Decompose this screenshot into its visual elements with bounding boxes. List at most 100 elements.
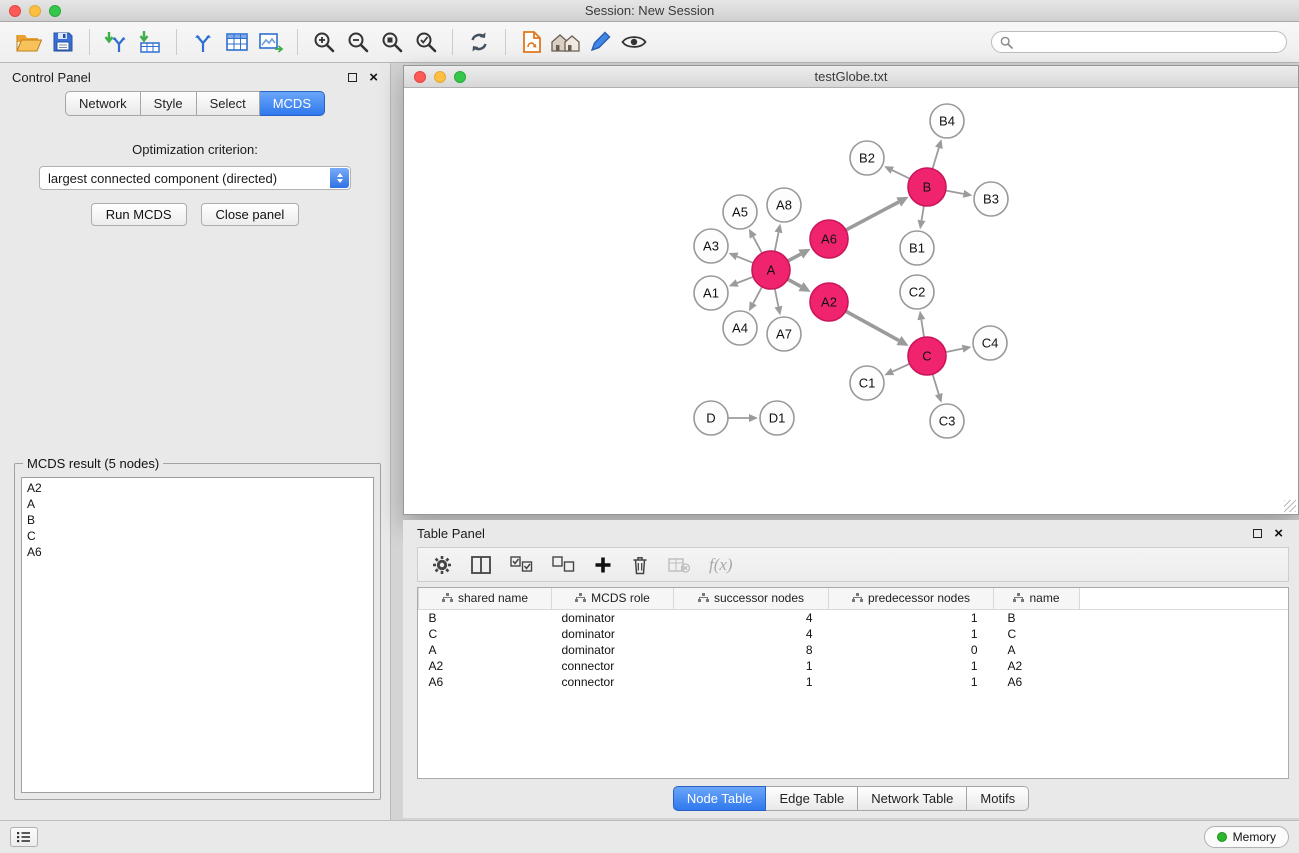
table-cell[interactable]: C — [994, 626, 1080, 642]
column-header-name[interactable]: name — [994, 588, 1080, 609]
zoom-fit-button[interactable] — [375, 26, 409, 58]
network-node-A6[interactable]: A6 — [810, 220, 848, 258]
table-cell[interactable]: A2 — [419, 658, 552, 674]
network-close-button[interactable] — [414, 71, 426, 83]
column-header-shared-name[interactable]: shared name — [419, 588, 552, 609]
network-node-B1[interactable]: B1 — [900, 231, 934, 265]
network-node-C4[interactable]: C4 — [973, 326, 1007, 360]
tab-edge-table[interactable]: Edge Table — [766, 786, 858, 811]
new-network-button[interactable] — [186, 26, 220, 58]
table-cell[interactable]: 1 — [829, 674, 994, 690]
zoom-out-button[interactable] — [341, 26, 375, 58]
select-all-columns-button[interactable] — [510, 556, 533, 573]
table-cell[interactable]: dominator — [552, 626, 674, 642]
table-cell[interactable]: B — [419, 609, 552, 626]
mcds-result-item[interactable]: C — [27, 528, 368, 544]
table-cell[interactable]: 4 — [674, 609, 829, 626]
table-cell[interactable]: connector — [552, 674, 674, 690]
resize-grip[interactable] — [1284, 500, 1296, 512]
network-node-A5[interactable]: A5 — [723, 195, 757, 229]
float-panel-icon[interactable] — [348, 73, 357, 82]
task-history-button[interactable] — [10, 827, 38, 847]
network-node-B4[interactable]: B4 — [930, 104, 964, 138]
open-session-button[interactable] — [12, 26, 46, 58]
network-node-A7[interactable]: A7 — [767, 317, 801, 351]
table-cell[interactable]: 1 — [674, 674, 829, 690]
tab-mcds[interactable]: MCDS — [260, 91, 325, 116]
deselect-all-columns-button[interactable] — [552, 556, 575, 573]
network-canvas[interactable]: B4B2BB3A5A8A6B1A3AC2A1A2A4A7C4CC1C3DD1 — [404, 88, 1298, 514]
table-cell[interactable]: 8 — [674, 642, 829, 658]
network-node-C3[interactable]: C3 — [930, 404, 964, 438]
search-field[interactable] — [991, 31, 1287, 53]
tab-node-table[interactable]: Node Table — [673, 786, 767, 811]
table-cell[interactable]: A2 — [994, 658, 1080, 674]
network-node-A8[interactable]: A8 — [767, 188, 801, 222]
table-cell[interactable]: B — [994, 609, 1080, 626]
import-network-button[interactable] — [99, 26, 133, 58]
table-cell[interactable]: A6 — [419, 674, 552, 690]
style-editor-button[interactable] — [583, 26, 617, 58]
table-cell[interactable]: connector — [552, 658, 674, 674]
dropdown-stepper-icon[interactable] — [330, 168, 349, 188]
network-node-B2[interactable]: B2 — [850, 141, 884, 175]
table-row[interactable]: Bdominator41B — [419, 609, 1289, 626]
zoom-window-button[interactable] — [49, 5, 61, 17]
table-cell[interactable]: dominator — [552, 609, 674, 626]
tab-select[interactable]: Select — [197, 91, 260, 116]
column-header-mcds-role[interactable]: MCDS role — [552, 588, 674, 609]
close-panel-button[interactable]: Close panel — [201, 203, 300, 226]
table-cell[interactable]: 1 — [829, 658, 994, 674]
show-hide-button[interactable] — [617, 26, 651, 58]
apply-layout-button[interactable] — [515, 26, 549, 58]
memory-button[interactable]: Memory — [1204, 826, 1289, 848]
table-cell[interactable]: C — [419, 626, 552, 642]
network-node-C1[interactable]: C1 — [850, 366, 884, 400]
zoom-selected-button[interactable] — [409, 26, 443, 58]
run-mcds-button[interactable]: Run MCDS — [91, 203, 187, 226]
network-node-A[interactable]: A — [752, 251, 790, 289]
mcds-result-item[interactable]: A — [27, 496, 368, 512]
float-table-panel-icon[interactable] — [1253, 529, 1262, 538]
close-panel-icon[interactable]: × — [369, 70, 378, 85]
tab-motifs[interactable]: Motifs — [967, 786, 1029, 811]
column-header-predecessor-nodes[interactable]: predecessor nodes — [829, 588, 994, 609]
network-node-C2[interactable]: C2 — [900, 275, 934, 309]
close-table-panel-icon[interactable]: × — [1274, 526, 1283, 541]
table-cell[interactable]: 4 — [674, 626, 829, 642]
table-cell[interactable]: 1 — [674, 658, 829, 674]
table-row[interactable]: A6connector11A6 — [419, 674, 1289, 690]
table-settings-button[interactable] — [432, 555, 452, 575]
table-cell[interactable]: 1 — [829, 609, 994, 626]
export-image-button[interactable] — [254, 26, 288, 58]
network-node-A3[interactable]: A3 — [694, 229, 728, 263]
minimize-window-button[interactable] — [29, 5, 41, 17]
new-table-button[interactable] — [220, 26, 254, 58]
mcds-result-item[interactable]: A2 — [27, 480, 368, 496]
close-window-button[interactable] — [9, 5, 21, 17]
import-table-button[interactable] — [133, 26, 167, 58]
mcds-result-list[interactable]: A2ABCA6 — [21, 477, 374, 793]
network-node-B[interactable]: B — [908, 168, 946, 206]
tab-style[interactable]: Style — [141, 91, 197, 116]
network-node-A2[interactable]: A2 — [810, 283, 848, 321]
table-cell[interactable]: 0 — [829, 642, 994, 658]
table-row[interactable]: Adominator80A — [419, 642, 1289, 658]
refresh-view-button[interactable] — [462, 26, 496, 58]
network-node-D[interactable]: D — [694, 401, 728, 435]
table-cell[interactable]: dominator — [552, 642, 674, 658]
table-cell[interactable]: A6 — [994, 674, 1080, 690]
column-header-successor-nodes[interactable]: successor nodes — [674, 588, 829, 609]
network-node-B3[interactable]: B3 — [974, 182, 1008, 216]
table-cell[interactable]: A — [994, 642, 1080, 658]
tab-network[interactable]: Network — [65, 91, 141, 116]
table-cell[interactable]: A — [419, 642, 552, 658]
network-minimize-button[interactable] — [434, 71, 446, 83]
table-row[interactable]: Cdominator41C — [419, 626, 1289, 642]
save-session-button[interactable] — [46, 26, 80, 58]
table-row[interactable]: A2connector11A2 — [419, 658, 1289, 674]
show-columns-button[interactable] — [471, 556, 491, 574]
table-cell[interactable]: 1 — [829, 626, 994, 642]
show-home-button[interactable] — [549, 26, 583, 58]
tab-network-table[interactable]: Network Table — [858, 786, 967, 811]
